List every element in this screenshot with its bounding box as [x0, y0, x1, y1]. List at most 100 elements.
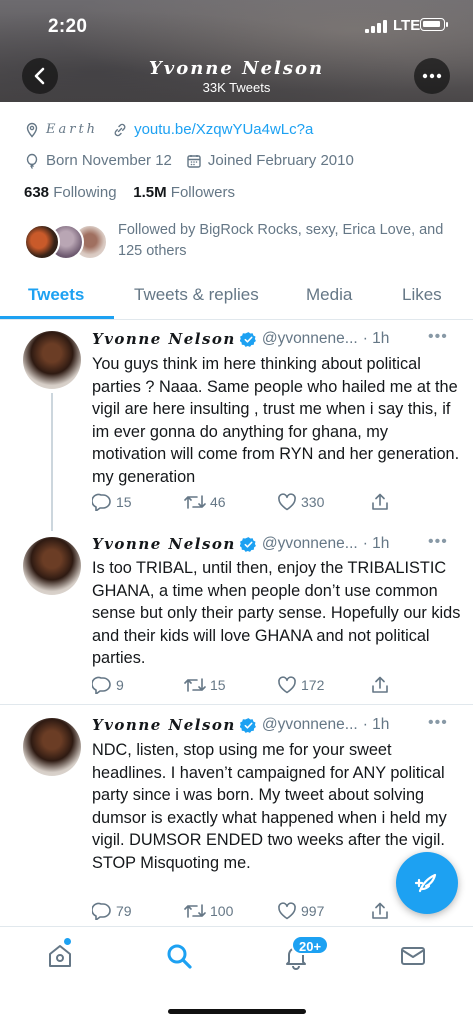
header-tweet-count: 33K Tweets [202, 80, 271, 95]
tweet-handle: @yvonnene... [261, 716, 358, 733]
location-text: Earth [46, 122, 99, 137]
tab-tweets[interactable]: Tweets [28, 285, 84, 305]
tweet-author-name[interactable]: Yvonne Nelson [92, 716, 236, 734]
retweet-count: 100 [210, 903, 234, 919]
like-count: 997 [301, 903, 325, 919]
like-button[interactable]: 330 [277, 493, 324, 511]
tweet-options-icon[interactable]: ••• [428, 533, 448, 551]
compose-tweet-button[interactable] [396, 852, 458, 914]
share-icon [372, 493, 388, 510]
retweet-count: 46 [210, 494, 226, 510]
avatar[interactable] [23, 537, 81, 595]
home-unread-dot [64, 938, 71, 945]
follow-counts: 638 Following 1.5M Followers [24, 184, 235, 201]
like-count: 172 [301, 677, 325, 693]
tab-likes[interactable]: Likes [402, 285, 442, 305]
retweet-icon [184, 678, 206, 692]
avatar[interactable] [23, 331, 81, 389]
followers-link[interactable]: 1.5M Followers [133, 184, 235, 201]
back-button[interactable] [22, 58, 58, 94]
tweet-time: · 1h [362, 330, 390, 347]
battery-icon [420, 18, 448, 31]
more-options-button[interactable] [414, 58, 450, 94]
signal-icon [365, 19, 389, 33]
followed-by-text: Followed by BigRock Rocks, sexy, Erica L… [118, 222, 444, 259]
tweet-header: Yvonne Nelson @yvonnene... · 1h [92, 716, 389, 734]
tweet-actions: 79 100 997 [92, 902, 442, 922]
share-button[interactable] [370, 493, 394, 511]
tab-media[interactable]: Media [306, 285, 352, 305]
verified-badge-icon [239, 331, 256, 347]
location-pin-icon [26, 122, 38, 138]
header-name: Yvonne Nelson [148, 58, 325, 79]
status-time: 2:20 [48, 16, 88, 37]
profile-meta-location: Earth youtu.be/XzqwYUa4wLc?a [24, 121, 313, 138]
reply-icon [92, 493, 111, 511]
retweet-count: 15 [210, 677, 226, 693]
active-tab-indicator [0, 316, 114, 319]
tweet-actions: 9 15 172 [92, 676, 442, 696]
compose-feather-icon [414, 873, 437, 893]
like-button[interactable]: 997 [277, 902, 324, 920]
tweet-handle: @yvonnene... [261, 535, 358, 552]
calendar-icon [187, 154, 201, 168]
reply-button[interactable]: 9 [92, 676, 124, 694]
avatar[interactable] [23, 718, 81, 776]
link-icon [114, 123, 126, 136]
chevron-left-icon [34, 67, 45, 85]
reply-button[interactable]: 79 [92, 902, 132, 920]
like-button[interactable]: 172 [277, 676, 324, 694]
tweet-text: Is too TRIBAL, until then, enjoy the TRI… [92, 559, 461, 667]
following-link[interactable]: 638 Following [24, 184, 117, 201]
followed-by[interactable]: Followed by BigRock Rocks, sexy, Erica L… [24, 218, 454, 268]
retweet-button[interactable]: 46 [184, 493, 226, 511]
followers-label: Followers [170, 184, 235, 201]
profile-meta-dates: Born November 12 Joined February 2010 [24, 152, 354, 169]
heart-icon [278, 902, 296, 920]
share-button[interactable] [370, 676, 394, 694]
balloon-icon [26, 153, 38, 169]
reply-count: 9 [116, 677, 124, 693]
search-icon [167, 944, 192, 969]
bottom-nav: 20+ [0, 926, 473, 1024]
tweet[interactable]: Yvonne Nelson @yvonnene... · 1h ••• You … [0, 321, 473, 531]
share-button[interactable] [370, 902, 394, 920]
reply-count: 15 [116, 494, 132, 510]
network-label: LTE [393, 17, 421, 34]
share-icon [372, 902, 388, 919]
verified-badge-icon [239, 536, 256, 552]
tweet-actions: 15 46 330 [92, 493, 442, 513]
joined-text: Joined February 2010 [207, 152, 354, 169]
heart-icon [278, 493, 296, 511]
verified-badge-icon [239, 717, 256, 733]
tweet-handle: @yvonnene... [261, 330, 358, 347]
tweet-text: You guys think im here thinking about po… [92, 355, 460, 486]
reply-button[interactable]: 15 [92, 493, 132, 511]
nav-home[interactable] [45, 941, 75, 971]
home-indicator [168, 1009, 306, 1014]
tweet-header: Yvonne Nelson @yvonnene... · 1h [92, 535, 389, 553]
retweet-button[interactable]: 100 [184, 902, 233, 920]
tweet-options-icon[interactable]: ••• [428, 714, 448, 732]
tweet-options-icon[interactable]: ••• [428, 328, 448, 346]
tweet-time: · 1h [362, 535, 390, 552]
notifications-badge: 20+ [291, 935, 330, 955]
tweet[interactable]: Yvonne Nelson @yvonnene... · 1h ••• Is t… [0, 531, 473, 705]
share-icon [372, 676, 388, 693]
header-title: Yvonne Nelson 33K Tweets [0, 58, 473, 95]
nav-messages[interactable] [398, 941, 428, 971]
followers-count: 1.5M [133, 184, 167, 201]
home-icon [49, 945, 71, 967]
website-link[interactable]: youtu.be/XzqwYUa4wLc?a [134, 121, 313, 138]
tweet-time: · 1h [362, 716, 390, 733]
status-bar: 2:20 LTE [0, 14, 473, 38]
tweet-author-name[interactable]: Yvonne Nelson [92, 330, 236, 348]
following-label: Following [53, 184, 117, 201]
profile-header: 2:20 LTE Yvonne Nelson 33K Tweets [0, 0, 473, 102]
tab-tweets-replies[interactable]: Tweets & replies [134, 285, 259, 305]
tweet-author-name[interactable]: Yvonne Nelson [92, 535, 236, 553]
retweet-icon [184, 495, 206, 509]
retweet-button[interactable]: 15 [184, 676, 226, 694]
nav-search[interactable] [164, 941, 194, 971]
reply-icon [92, 902, 111, 920]
